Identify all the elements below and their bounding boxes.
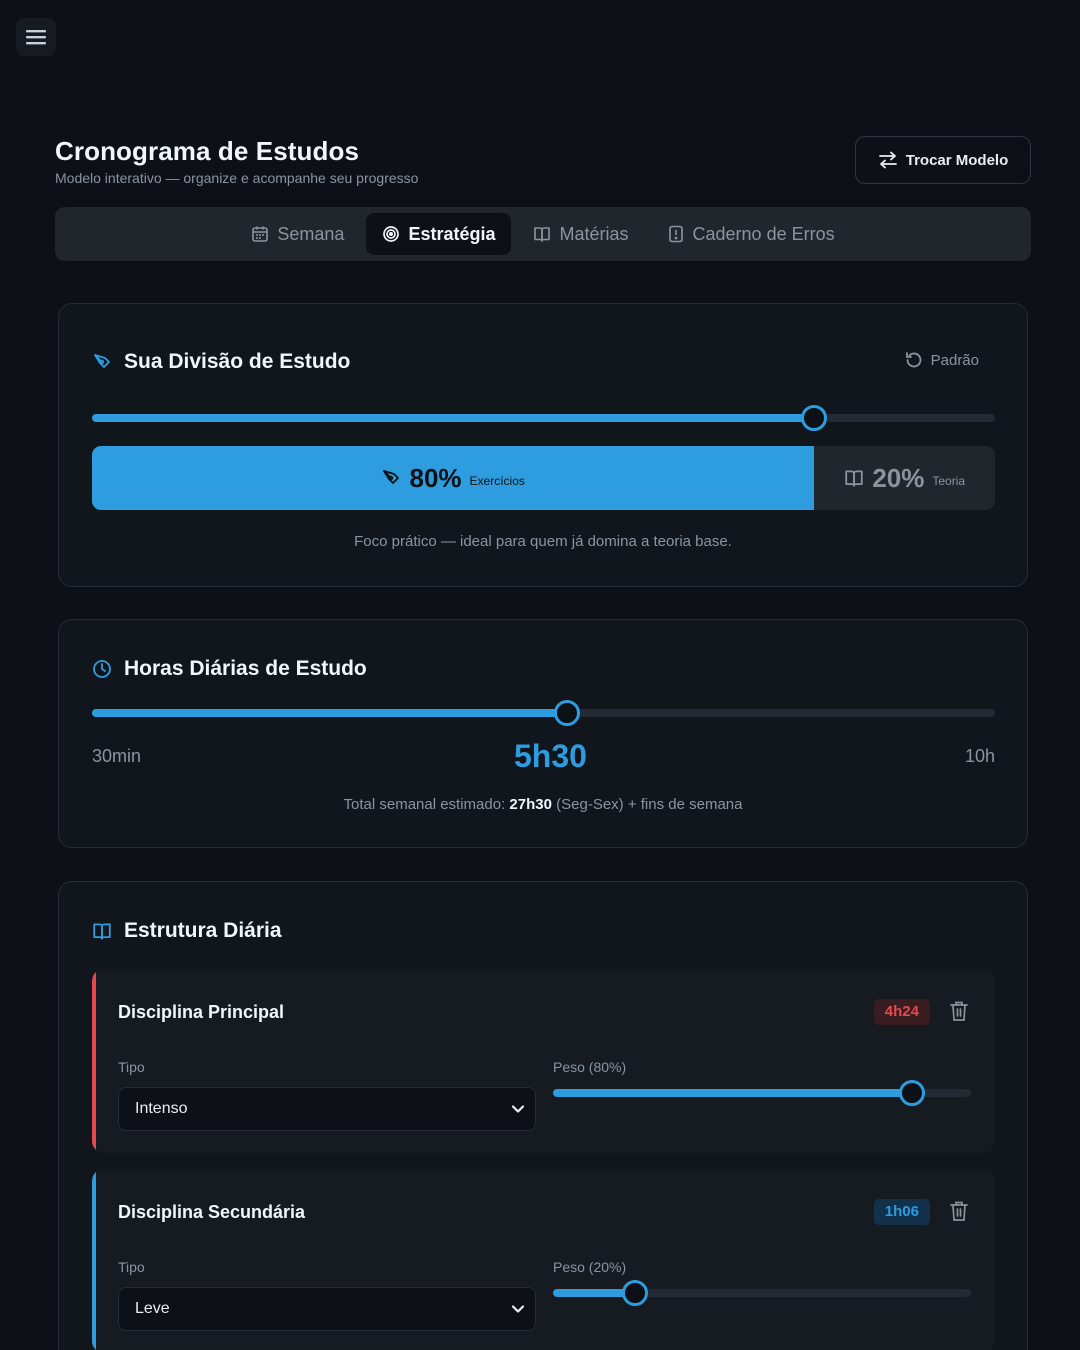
trash-icon [950, 1001, 968, 1021]
weight-slider-fill [553, 1089, 913, 1097]
tab-caderno-de-erros[interactable]: Caderno de Erros [651, 213, 851, 255]
type-select[interactable]: Intenso [118, 1087, 536, 1131]
chevron-down-icon [511, 1305, 525, 1313]
tab-label: Caderno de Erros [692, 223, 835, 244]
tab-materias[interactable]: Matérias [517, 213, 644, 255]
division-card: Sua Divisão de Estudo Padrão 80% Exercíc… [58, 303, 1028, 587]
tab-label: Matérias [559, 223, 629, 244]
type-select-value: Leve [135, 1300, 170, 1317]
reset-default-label: Padrão [930, 351, 979, 369]
page-header: Cronograma de Estudos Modelo interativo … [55, 136, 1031, 196]
reset-icon [905, 352, 922, 368]
hours-card: Horas Diárias de Estudo 30min 5h30 10h T… [58, 619, 1028, 848]
theory-label: Teoria [932, 474, 966, 488]
division-slider-thumb[interactable] [801, 405, 828, 431]
tab-bar: Semana Estratégia Matérias Caderno de Er… [55, 207, 1031, 261]
theory-pct: 20% [872, 462, 925, 493]
discipline-name: Disciplina Principal [118, 1002, 285, 1022]
notebook-icon [668, 225, 683, 243]
hours-slider[interactable] [92, 700, 995, 726]
weight-slider-thumb[interactable] [899, 1080, 926, 1106]
weight-label: Peso (80%) [553, 1059, 627, 1075]
discipline-color-bar [92, 969, 96, 1153]
hours-title-text: Horas Diárias de Estudo [124, 657, 367, 680]
division-title-text: Sua Divisão de Estudo [124, 350, 351, 373]
type-select-value: Intenso [135, 1100, 188, 1117]
division-title: Sua Divisão de Estudo [92, 350, 350, 374]
delete-button[interactable] [949, 1200, 969, 1227]
reset-default-button[interactable]: Padrão [904, 350, 979, 370]
hours-slider-fill [92, 709, 567, 717]
calendar-icon [252, 226, 269, 242]
division-note: Foco prático — ideal para quem já domina… [354, 533, 732, 550]
target-icon [383, 226, 400, 242]
split-theory: 20% Teoria [814, 446, 995, 510]
structure-title: Estrutura Diária [92, 919, 282, 943]
tab-label: Estratégia [408, 223, 496, 244]
swap-icon [878, 151, 897, 169]
division-slider[interactable] [92, 405, 995, 431]
exercises-pct: 80% [409, 462, 462, 493]
hours-min-label: 30min [92, 746, 142, 766]
menu-button[interactable] [16, 18, 56, 56]
weekly-total-prefix: Total semanal estimado: [343, 796, 506, 813]
weight-slider[interactable] [553, 1080, 971, 1106]
weight-slider[interactable] [553, 1280, 971, 1306]
book-icon [534, 227, 551, 242]
discipline-block: Disciplina Secundária 1h06 Tipo Leve Pes… [92, 1169, 995, 1350]
delete-button[interactable] [949, 1000, 969, 1027]
structure-title-text: Estrutura Diária [124, 919, 282, 942]
swap-model-button[interactable]: Trocar Modelo [855, 136, 1031, 184]
swap-model-label: Trocar Modelo [905, 151, 1009, 169]
pen-tool-icon [383, 470, 400, 484]
split-exercises: 80% Exercícios [92, 446, 815, 510]
hours-max-label: 10h [964, 746, 995, 766]
chevron-down-icon [511, 1105, 525, 1113]
duration-badge: 4h24 [873, 999, 930, 1025]
book-icon [845, 470, 863, 487]
hours-title: Horas Diárias de Estudo [92, 657, 367, 681]
pen-tool-icon [94, 354, 110, 368]
hours-labels: 30min 5h30 10h [92, 738, 995, 778]
hamburger-icon [26, 30, 46, 45]
discipline-block: Disciplina Principal 4h24 Tipo Intenso P… [92, 969, 995, 1153]
book-icon [93, 923, 111, 940]
tab-estrategia[interactable]: Estratégia [366, 213, 512, 255]
weight-slider-thumb[interactable] [621, 1280, 648, 1306]
discipline-name: Disciplina Secundária [118, 1202, 306, 1222]
structure-card: Estrutura Diária Disciplina Principal 4h… [58, 881, 1028, 1350]
clock-icon [93, 660, 111, 678]
weekly-total: Total semanal estimado: 27h30 (Seg-Sex) … [59, 796, 1027, 813]
type-label: Tipo [118, 1259, 145, 1275]
tab-semana[interactable]: Semana [235, 213, 360, 255]
type-label: Tipo [118, 1059, 145, 1075]
trash-icon [950, 1201, 968, 1221]
weight-label: Peso (20%) [553, 1259, 627, 1275]
type-select[interactable]: Leve [118, 1287, 536, 1331]
hours-slider-thumb[interactable] [553, 700, 580, 726]
split-bar: 80% Exercícios 20% Teoria [92, 446, 995, 510]
tab-label: Semana [277, 223, 345, 244]
exercises-label: Exercícios [469, 474, 525, 488]
weekly-total-suffix: (Seg-Sex) + fins de semana [556, 796, 743, 813]
weekly-total-value: 27h30 [509, 796, 552, 813]
discipline-color-bar [92, 1169, 96, 1350]
duration-badge: 1h06 [873, 1199, 930, 1225]
hours-value: 5h30 [514, 738, 587, 774]
division-slider-fill [92, 414, 815, 422]
